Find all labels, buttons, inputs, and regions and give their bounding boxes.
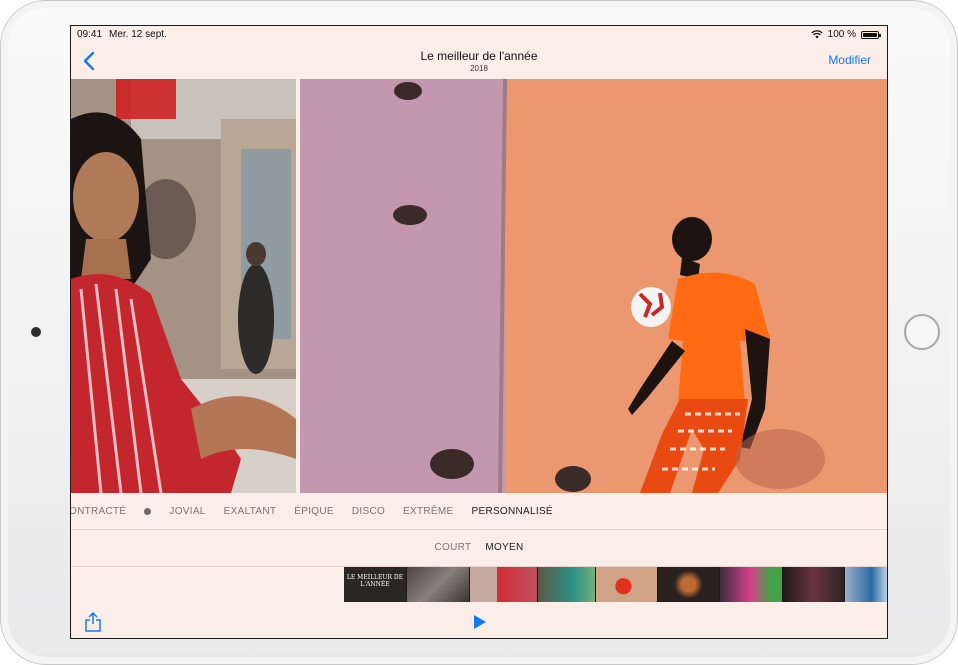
page-subtitle: 2018 (470, 64, 488, 73)
filmstrip[interactable]: LE MEILLEUR DE L'ANNÉE (344, 567, 887, 602)
edit-button[interactable]: Modifier (828, 53, 871, 67)
front-camera (31, 327, 41, 337)
photo-woman-red-dress (71, 79, 296, 493)
status-time: 09:41 (77, 29, 103, 40)
thumb-title-card[interactable]: LE MEILLEUR DE L'ANNÉE (344, 567, 407, 602)
home-button[interactable] (904, 314, 940, 350)
thumb-3[interactable] (470, 567, 538, 602)
style-picker: ONTRACTÉ JOVIAL EXALTANT ÉPIQUE DISCO EXTRÊME… (71, 493, 887, 530)
style-dot (144, 507, 152, 515)
thumb-9[interactable] (845, 567, 887, 602)
style-option[interactable]: DISCO (352, 506, 385, 517)
photo-woman-art (71, 79, 296, 493)
screen: 09:41 Mer. 12 sept. 100 % Le meilleur de… (70, 25, 888, 639)
share-icon[interactable] (83, 611, 103, 633)
length-option[interactable]: MOYEN (485, 530, 523, 566)
style-option[interactable]: ÉPIQUE (294, 506, 334, 517)
thumb-5[interactable] (596, 567, 658, 602)
style-option[interactable]: PERSONNALISÉ (472, 506, 553, 517)
wifi-icon (810, 30, 823, 39)
thumb-6[interactable] (658, 567, 720, 602)
thumb-7[interactable] (720, 567, 783, 602)
status-date: Mer. 12 sept. (109, 29, 167, 40)
nav-bar: Le meilleur de l'année 2018 Modifier (71, 44, 887, 79)
battery-fill (863, 32, 877, 37)
thumb-8[interactable] (783, 567, 845, 602)
photo-football-player (300, 79, 887, 493)
battery-percent: 100 % (827, 29, 856, 40)
battery-icon (861, 30, 881, 39)
style-option[interactable]: ONTRACTÉ (71, 506, 126, 517)
length-option[interactable]: COURT (434, 530, 471, 566)
page-title: Le meilleur de l'année (420, 49, 538, 63)
thumb-2[interactable] (407, 567, 470, 602)
style-option[interactable]: EXTRÊME (403, 506, 453, 517)
style-option[interactable]: JOVIAL (169, 506, 205, 517)
thumb-4[interactable] (538, 567, 596, 602)
status-bar: 09:41 Mer. 12 sept. 100 % (71, 26, 887, 44)
thumb-title-text: LE MEILLEUR DE L'ANNÉE (346, 574, 404, 588)
play-icon[interactable] (471, 613, 489, 631)
photo-football-art (300, 79, 887, 493)
bottom-toolbar (71, 603, 887, 638)
style-option[interactable]: EXALTANT (224, 506, 277, 517)
length-picker: COURT MOYEN (71, 530, 887, 567)
